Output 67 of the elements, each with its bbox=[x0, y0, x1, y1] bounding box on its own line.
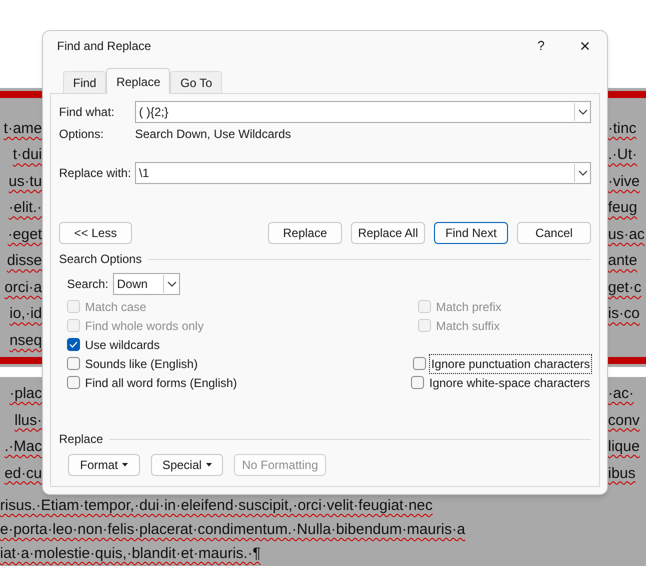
document-text: ·tinc bbox=[608, 118, 636, 139]
replace-with-field[interactable]: \1 bbox=[135, 162, 591, 184]
document-text: ·eget bbox=[8, 224, 42, 245]
document-text: risus.·Etiam·tempor,·dui·in·eleifend·suscipit,·orci·velit·feugiat·nec bbox=[0, 496, 433, 516]
field-label: Replace with: bbox=[59, 164, 132, 182]
chevron-down-icon bbox=[166, 281, 176, 287]
dialog-button[interactable]: Special bbox=[151, 454, 223, 476]
checkbox[interactable] bbox=[67, 357, 80, 370]
field-label: Options: bbox=[59, 126, 105, 142]
options-summary: Search Down, Use Wildcards bbox=[135, 126, 292, 142]
chevron-down-icon bbox=[578, 170, 588, 176]
checkbox[interactable] bbox=[413, 357, 426, 370]
document-text: e·porta·leo·non·felis·placerat·condimentum.·Nulla·bibendum·mauris·a bbox=[0, 520, 466, 540]
document-text: llus· bbox=[14, 410, 42, 430]
field-label: Find what: bbox=[59, 104, 116, 120]
document-text: get·c bbox=[608, 278, 642, 298]
dialog-button[interactable]: Replace All bbox=[351, 222, 425, 244]
dialog-button[interactable]: Find Next bbox=[434, 222, 508, 244]
document-text: .·Ut· bbox=[608, 145, 638, 166]
document-text: us·ac bbox=[608, 224, 645, 245]
dialog-button[interactable]: Format bbox=[68, 454, 140, 476]
checkbox-label[interactable]: Find all word forms (English) bbox=[84, 374, 238, 392]
document-text: conv bbox=[608, 410, 640, 430]
checkbox[interactable] bbox=[411, 376, 424, 389]
document-text: t·dui bbox=[12, 145, 42, 166]
dialog-button[interactable]: Cancel bbox=[517, 222, 591, 244]
checkmark-icon bbox=[69, 341, 78, 348]
document-text: ·vive bbox=[608, 172, 640, 192]
tab[interactable]: Replace bbox=[106, 68, 170, 94]
checkbox-label[interactable]: Use wildcards bbox=[84, 336, 161, 354]
tab[interactable]: Find bbox=[63, 71, 106, 93]
document-text: is·co bbox=[608, 304, 640, 324]
document-text: io,·id bbox=[9, 304, 42, 324]
document-text: ante bbox=[608, 251, 638, 272]
checkbox-label[interactable]: Ignore white-space characters bbox=[428, 374, 591, 392]
field-label: Search: bbox=[67, 276, 109, 293]
chevron-down-icon bbox=[578, 108, 588, 114]
document-text: ibus bbox=[608, 464, 636, 484]
search-direction-dropdown[interactable]: Down bbox=[113, 273, 180, 295]
document-text: orci·a bbox=[4, 278, 42, 298]
section-heading: Search Options bbox=[59, 251, 142, 268]
dialog-title: Find and Replace bbox=[57, 38, 152, 55]
checkbox[interactable] bbox=[67, 376, 80, 389]
caret-icon bbox=[122, 463, 128, 467]
document-text: iat·a·molestie·quis,·blandit·et·mauris.·¶ bbox=[0, 544, 261, 564]
document-text: ·plac bbox=[9, 384, 42, 404]
checkbox-label[interactable]: Ignore punctuation characters bbox=[430, 354, 591, 372]
close-button[interactable]: × bbox=[563, 32, 607, 60]
document-text: ·elit.· bbox=[8, 198, 42, 218]
document-text: ed·cu bbox=[4, 464, 42, 484]
help-button[interactable]: ? bbox=[519, 32, 563, 60]
document-text: .·Mac bbox=[4, 437, 42, 457]
document-text: nseq bbox=[9, 330, 42, 351]
caret-icon bbox=[206, 463, 212, 467]
document-text: ·ac· bbox=[608, 384, 634, 404]
document-text: us·tu bbox=[8, 172, 42, 192]
checkbox-label[interactable]: Sounds like (English) bbox=[84, 354, 199, 372]
dialog-button[interactable]: << Less bbox=[59, 222, 132, 244]
section-heading: Replace bbox=[59, 431, 104, 448]
checkbox[interactable] bbox=[67, 338, 80, 351]
document-text: feug bbox=[608, 198, 638, 218]
tab[interactable]: Go To bbox=[170, 71, 222, 93]
document-text: disse bbox=[6, 251, 42, 272]
dialog-button[interactable]: Replace bbox=[268, 222, 342, 244]
find-what-field[interactable]: ( ){2;} bbox=[135, 100, 591, 122]
document-text: t·ame bbox=[4, 118, 42, 139]
document-text: lique bbox=[608, 437, 640, 457]
